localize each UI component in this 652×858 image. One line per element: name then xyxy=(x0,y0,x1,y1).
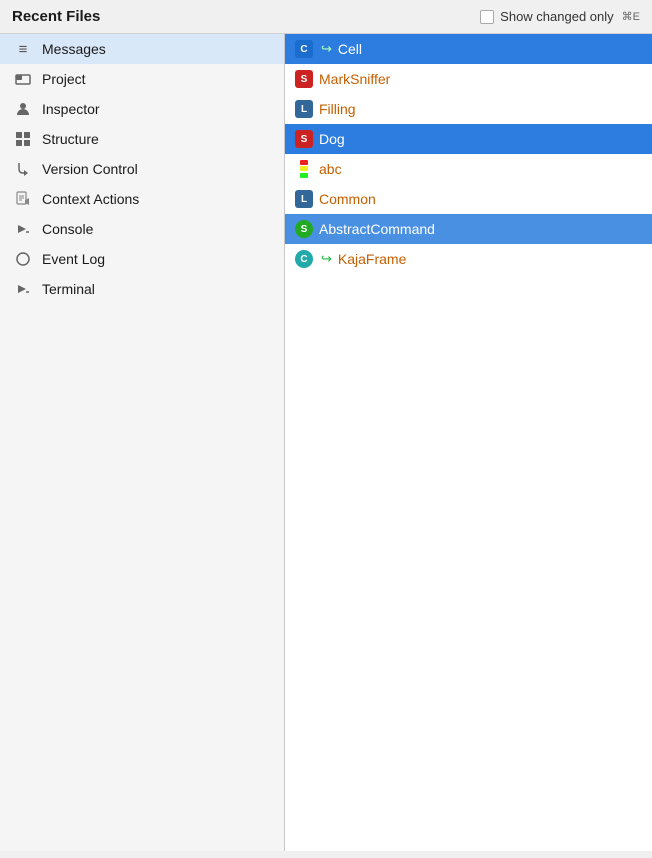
abstractcommand-badge: S xyxy=(295,220,313,238)
show-changed-label: Show changed only xyxy=(500,9,613,24)
kajaframe-name: KajaFrame xyxy=(338,251,406,267)
sidebar: ≡ Messages Project Inspector xyxy=(0,34,285,851)
console-icon xyxy=(14,220,32,238)
file-item-marksniffer[interactable]: S MarkSniffer xyxy=(285,64,652,94)
sidebar-item-inspector[interactable]: Inspector xyxy=(0,94,284,124)
sidebar-label-version-control: Version Control xyxy=(42,161,138,177)
abc-traffic-light xyxy=(295,160,313,178)
file-item-abc[interactable]: abc xyxy=(285,154,652,184)
file-item-dog[interactable]: S Dog xyxy=(285,124,652,154)
dog-name: Dog xyxy=(319,131,345,147)
messages-icon: ≡ xyxy=(14,40,32,58)
sidebar-item-console[interactable]: Console xyxy=(0,214,284,244)
filling-name: Filling xyxy=(319,101,356,117)
sidebar-item-version-control[interactable]: Version Control xyxy=(0,154,284,184)
sidebar-label-console: Console xyxy=(42,221,93,237)
file-item-common[interactable]: L Common xyxy=(285,184,652,214)
abstractcommand-name: AbstractCommand xyxy=(319,221,435,237)
show-changed-wrapper: Show changed only ⌘E xyxy=(480,9,640,24)
sidebar-label-messages: Messages xyxy=(42,41,106,57)
file-item-kajaframe[interactable]: C ↪ KajaFrame xyxy=(285,244,652,274)
file-item-filling[interactable]: L Filling xyxy=(285,94,652,124)
page-title: Recent Files xyxy=(12,8,470,25)
context-actions-icon xyxy=(14,190,32,208)
sidebar-label-event-log: Event Log xyxy=(42,251,105,267)
abc-name: abc xyxy=(319,161,342,177)
sidebar-label-structure: Structure xyxy=(42,131,99,147)
cell-arrow-icon: ↪ xyxy=(321,41,332,57)
main-container: ≡ Messages Project Inspector xyxy=(0,34,652,851)
sidebar-item-structure[interactable]: Structure xyxy=(0,124,284,154)
top-bar: Recent Files Show changed only ⌘E xyxy=(0,0,652,34)
common-badge: L xyxy=(295,190,313,208)
common-name: Common xyxy=(319,191,376,207)
sidebar-item-project[interactable]: Project xyxy=(0,64,284,94)
cell-name: Cell xyxy=(338,41,362,57)
marksniffer-name: MarkSniffer xyxy=(319,71,390,87)
file-item-abstractcommand[interactable]: S AbstractCommand xyxy=(285,214,652,244)
sidebar-label-project: Project xyxy=(42,71,86,87)
inspector-icon xyxy=(14,100,32,118)
dog-badge: S xyxy=(295,130,313,148)
cell-badge: C xyxy=(295,40,313,58)
shortcut-label: ⌘E xyxy=(622,10,640,23)
filling-badge: L xyxy=(295,100,313,118)
terminal-icon xyxy=(14,280,32,298)
structure-icon xyxy=(14,130,32,148)
sidebar-item-context-actions[interactable]: Context Actions xyxy=(0,184,284,214)
sidebar-label-inspector: Inspector xyxy=(42,101,100,117)
sidebar-label-terminal: Terminal xyxy=(42,281,95,297)
sidebar-item-messages[interactable]: ≡ Messages xyxy=(0,34,284,64)
marksniffer-badge: S xyxy=(295,70,313,88)
kajaframe-arrow-icon: ↪ xyxy=(321,251,332,267)
project-icon xyxy=(14,70,32,88)
sidebar-label-context-actions: Context Actions xyxy=(42,191,139,207)
show-changed-checkbox[interactable] xyxy=(480,10,494,24)
file-item-cell[interactable]: C ↪ Cell xyxy=(285,34,652,64)
event-log-icon xyxy=(14,250,32,268)
version-control-icon xyxy=(14,160,32,178)
file-list-panel: C ↪ Cell S MarkSniffer L Filling S Dog a… xyxy=(285,34,652,851)
sidebar-item-terminal[interactable]: Terminal xyxy=(0,274,284,304)
sidebar-item-event-log[interactable]: Event Log xyxy=(0,244,284,274)
kajaframe-badge: C xyxy=(295,250,313,268)
